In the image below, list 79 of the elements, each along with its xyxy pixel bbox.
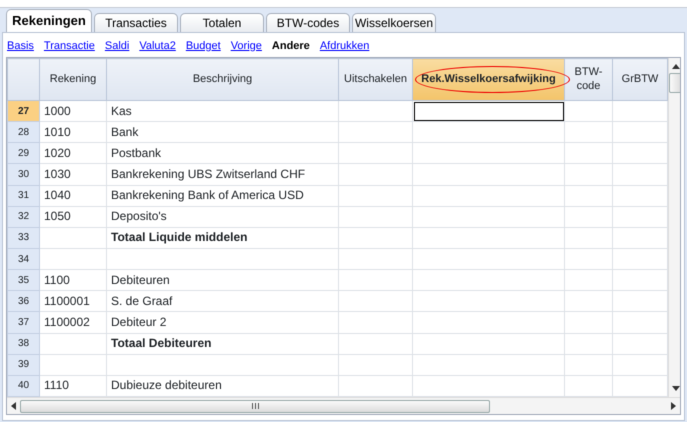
column-header[interactable]: Uitschakelen — [338, 58, 412, 100]
row-number[interactable]: 28 — [8, 122, 40, 143]
table-cell — [564, 100, 612, 122]
tab[interactable]: Rekeningen — [6, 9, 92, 32]
vertical-scrollbar[interactable] — [668, 58, 680, 397]
row-number[interactable]: 32 — [8, 206, 40, 228]
table-cell — [564, 227, 612, 248]
view-link[interactable]: Vorige — [230, 38, 262, 54]
table-cell — [564, 248, 612, 270]
table-cell — [564, 270, 612, 291]
scroll-left-icon[interactable] — [11, 402, 16, 410]
table-cell — [40, 248, 106, 270]
table-cell — [564, 185, 612, 206]
corner-header — [8, 58, 40, 100]
table-cell: 1100001 — [40, 290, 106, 312]
row-number[interactable]: 29 — [8, 142, 40, 164]
table-cell: 1000 — [40, 100, 106, 122]
row-number[interactable]: 37 — [8, 312, 40, 334]
view-link[interactable]: Budget — [186, 38, 221, 54]
tab[interactable]: Totalen — [180, 13, 264, 32]
scroll-thumb[interactable] — [20, 400, 490, 412]
row-number[interactable]: 30 — [8, 164, 40, 186]
column-header[interactable]: BTW- code — [564, 58, 612, 100]
row-number[interactable]: 31 — [8, 185, 40, 206]
row-number[interactable]: 35 — [8, 270, 40, 291]
table-cell: 1040 — [40, 185, 106, 206]
row-number[interactable]: 27 — [8, 100, 40, 122]
table-cell: S. de Graaf — [106, 290, 338, 312]
scroll-right-icon[interactable] — [671, 402, 676, 410]
table-cell — [564, 312, 612, 334]
row-number[interactable]: 36 — [8, 290, 40, 312]
table-cell: 1100002 — [40, 312, 106, 334]
view-link[interactable]: Basis — [7, 38, 34, 54]
row-number[interactable]: 34 — [8, 248, 40, 270]
tab[interactable]: Transacties — [94, 13, 178, 32]
table-cell: 1010 — [40, 122, 106, 143]
horizontal-scrollbar[interactable] — [7, 397, 680, 414]
grip-icon — [252, 403, 258, 409]
table-cell: Bankrekening Bank of America USD — [106, 185, 338, 206]
table-cell: Postbank — [106, 142, 338, 164]
table-cell: 1100 — [40, 270, 106, 291]
view-link[interactable]: Andere — [272, 38, 310, 54]
table-cell: Debiteuren — [106, 270, 338, 291]
table-cell: Bank — [106, 122, 338, 143]
table-cell — [564, 142, 612, 164]
table-cell: Totaal Debiteuren — [106, 333, 338, 354]
table-cell: 1050 — [40, 206, 106, 228]
view-link[interactable]: Valuta2 — [139, 38, 176, 54]
table-cell: Deposito's — [106, 206, 338, 228]
table-cell — [564, 122, 612, 143]
view-link[interactable]: Transactie — [44, 38, 95, 54]
row-number[interactable]: 38 — [8, 333, 40, 354]
scroll-down-icon[interactable] — [672, 386, 680, 391]
table-cell — [564, 206, 612, 228]
table-cell: 1020 — [40, 142, 106, 164]
table-cell: Debiteur 2 — [106, 312, 338, 334]
row-number[interactable]: 39 — [8, 354, 40, 376]
table-cell: Bankrekening UBS Zwitserland CHF — [106, 164, 338, 186]
row-number[interactable]: 33 — [8, 227, 40, 248]
tab[interactable]: Wisselkoersen — [352, 13, 436, 32]
table-cell — [564, 290, 612, 312]
table-cell: Totaal Liquide middelen — [106, 227, 338, 248]
table-cell — [40, 227, 106, 248]
scroll-thumb[interactable] — [669, 73, 680, 93]
table-cell: 1030 — [40, 164, 106, 186]
view-link[interactable]: Afdrukken — [320, 38, 370, 54]
tab[interactable]: BTW-codes — [266, 13, 350, 32]
table-cell — [564, 354, 612, 376]
table-cell: Kas — [106, 100, 338, 122]
table-cell — [564, 164, 612, 186]
column-header[interactable]: Beschrijving — [106, 58, 338, 100]
table-cell — [564, 333, 612, 354]
table-cell — [40, 333, 106, 354]
column-header[interactable]: Rekening — [40, 58, 106, 100]
view-link[interactable]: Saldi — [104, 38, 130, 54]
table-cell — [40, 354, 106, 376]
column-header[interactable]: GrBTW — [612, 58, 668, 100]
scroll-up-icon[interactable] — [672, 64, 680, 69]
row-number[interactable]: 40 — [8, 375, 40, 396]
